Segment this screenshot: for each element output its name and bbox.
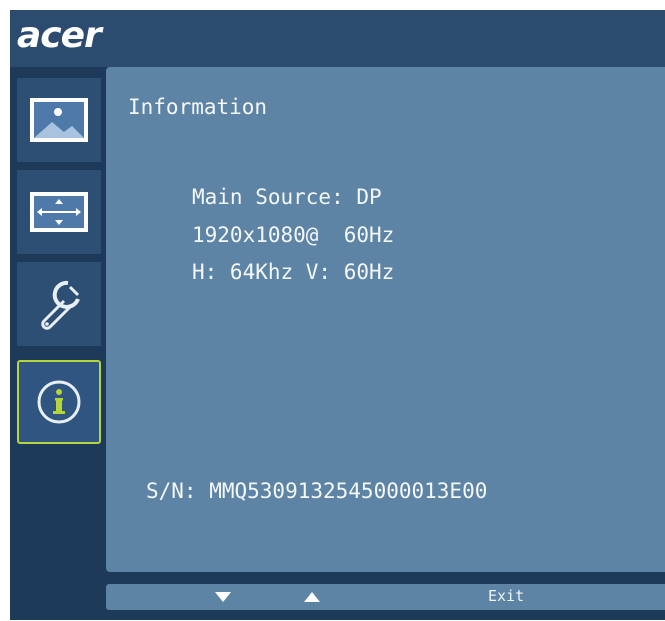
serial-number-text: S/N: MMQ5309132545000013E00 xyxy=(146,479,488,503)
acer-logo: acer xyxy=(17,15,102,56)
main-source-text: Main Source: DP xyxy=(192,185,382,209)
wrench-icon xyxy=(41,280,80,330)
picture-icon xyxy=(30,98,88,142)
display-position-icon xyxy=(30,192,88,232)
monitor-osd: acer Information Main Source: DP 1920x10… xyxy=(10,10,665,620)
bottom-bar: Exit xyxy=(106,584,665,610)
sidebar-item-display[interactable] xyxy=(17,170,101,254)
exit-button[interactable]: Exit xyxy=(488,587,524,605)
sidebar-item-information[interactable] xyxy=(17,360,101,444)
information-panel: Information Main Source: DP 1920x1080@ 6… xyxy=(106,67,665,572)
panel-title: Information xyxy=(128,95,268,119)
sidebar-item-settings[interactable] xyxy=(17,262,101,346)
resolution-text: 1920x1080@ 60Hz xyxy=(192,223,395,247)
up-arrow-icon[interactable] xyxy=(303,591,321,603)
frequency-text: H: 64Khz V: 60Hz xyxy=(192,260,395,284)
info-icon xyxy=(37,380,81,424)
down-arrow-icon[interactable] xyxy=(214,591,232,603)
osd-header: acer xyxy=(10,10,665,67)
sidebar-item-picture[interactable] xyxy=(17,78,101,162)
